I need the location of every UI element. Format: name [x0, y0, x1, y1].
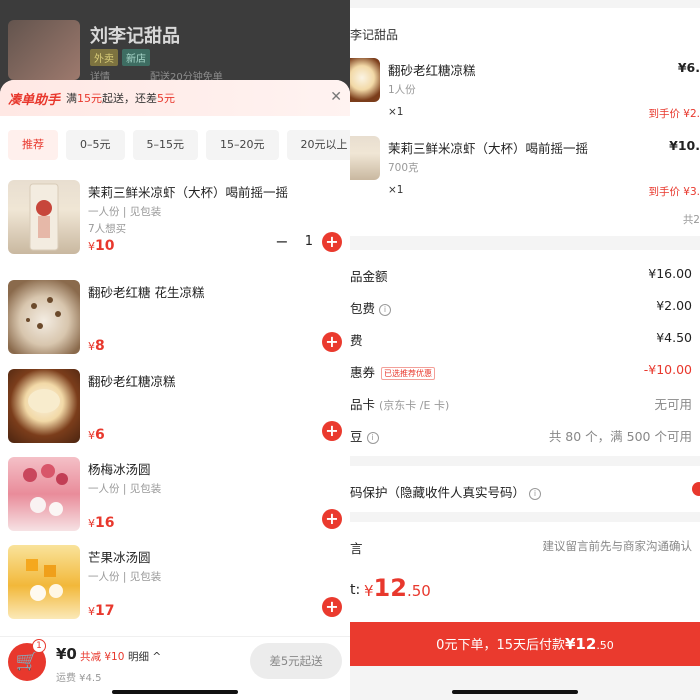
- store-logo: [8, 20, 80, 80]
- product-image: [8, 545, 80, 619]
- plus-icon[interactable]: +: [322, 232, 342, 252]
- note-card: 言 建议留言前先与商家沟通确认 t: ¥12.50: [350, 522, 700, 622]
- product-want-count: 7人想买: [88, 223, 127, 235]
- item-count: 共2: [682, 214, 700, 226]
- left-panel: 刘李记甜品 外卖 新店 详情 配送20分钟免单 凑单助手 满15元起送，还差5元…: [0, 0, 350, 700]
- add-on-sheet: 凑单助手 满15元起送，还差5元 ✕ 推荐 0–5元 5–15元 15–20元 …: [0, 80, 350, 700]
- product-price: ¥10: [88, 238, 115, 254]
- product-image: [8, 280, 80, 354]
- milk-tea-cup-icon: [29, 183, 59, 251]
- order-item-qty: ×1: [388, 106, 404, 118]
- row-packing-fee: 包费 i ¥2.00: [350, 298, 692, 316]
- product-item[interactable]: 翻砂老红糖 花生凉糕 ¥8 +: [0, 280, 350, 366]
- product-price: ¥17: [88, 603, 115, 619]
- product-name: 茉莉三鲜米凉虾（大杯）喝前摇一摇: [88, 185, 289, 200]
- filter-recommended[interactable]: 推荐: [8, 130, 58, 160]
- add-on-helper-bar: 凑单助手 满15元起送，还差5元 ✕: [0, 80, 350, 116]
- order-item-image: [350, 58, 380, 102]
- cost-summary-card: 品金额 ¥16.00 包费 i ¥2.00 费 ¥4.50 惠券 已选推荐优惠 -¥…: [350, 250, 700, 456]
- order-items-card: 李记甜品 翻砂老红糖凉糕 1人份 ×1 ¥6. 到手价 ¥2. 茉莉三鲜米凉虾（…: [350, 8, 700, 236]
- row-beans[interactable]: 豆i 共 80 个，满 500 个可用: [350, 426, 700, 450]
- cart-total: ¥0: [56, 645, 77, 663]
- product-qty: 1: [304, 234, 313, 249]
- product-image: [8, 457, 80, 531]
- privacy-card: 码保护（隐藏收件人真实号码） i: [350, 466, 700, 512]
- store-tag-delivery: 外卖: [90, 49, 118, 66]
- store-name: 刘李记甜品: [90, 26, 180, 47]
- order-item-desc: 1人份: [388, 84, 416, 96]
- plus-icon[interactable]: +: [322, 597, 342, 617]
- product-price: ¥6: [88, 427, 105, 443]
- product-image: [8, 369, 80, 443]
- home-indicator: [452, 690, 578, 694]
- pay-later-button[interactable]: 0元下单，15天后付款¥12.50: [350, 622, 700, 666]
- home-indicator: [112, 690, 238, 694]
- row-goods-amount: 品金额 ¥16.00: [350, 266, 692, 284]
- mango-dumplings-icon: [26, 559, 63, 601]
- plus-icon[interactable]: +: [322, 509, 342, 529]
- cart-count-badge: 1: [32, 639, 46, 653]
- pay-amount: ¥12.50: [364, 574, 431, 602]
- product-item[interactable]: 翻砂老红糖凉糕 ¥6 +: [0, 369, 350, 455]
- product-item[interactable]: 杨梅冰汤圆 一人份 | 见包装 ¥16 +: [0, 457, 350, 543]
- right-panel: 李记甜品 翻砂老红糖凉糕 1人份 ×1 ¥6. 到手价 ¥2. 茉莉三鲜米凉虾（…: [350, 0, 700, 700]
- peanut-jelly-icon: [26, 297, 61, 329]
- order-item-desc: 700克: [388, 162, 419, 174]
- close-icon[interactable]: ✕: [330, 89, 342, 105]
- price-filter-tabs: 推荐 0–5元 5–15元 15–20元 20元以上: [0, 116, 350, 160]
- order-item-name: 茉莉三鲜米凉虾（大杯）喝前摇一摇: [388, 141, 589, 156]
- filter-5-15[interactable]: 5–15元: [132, 130, 198, 160]
- info-icon: i: [366, 431, 379, 444]
- product-desc: 一人份 | 见包装: [88, 571, 162, 583]
- coupon-badge: 已选推荐优惠: [381, 367, 436, 380]
- note-placeholder: 建议留言前先与商家沟通确认: [542, 539, 693, 553]
- info-icon: i: [529, 487, 542, 500]
- filter-20-plus[interactable]: 20元以上: [286, 130, 350, 160]
- cart-detail-link[interactable]: 明细 ^: [128, 649, 161, 664]
- order-item-name: 翻砂老红糖凉糕: [388, 63, 476, 78]
- store-tag-new: 新店: [122, 49, 150, 66]
- product-name: 芒果冰汤圆: [88, 550, 151, 565]
- product-price: ¥16: [88, 515, 115, 531]
- product-name: 翻砂老红糖凉糕: [88, 374, 176, 389]
- product-image: [8, 180, 80, 254]
- product-desc: 一人份 | 见包装: [88, 483, 162, 495]
- info-icon: i: [379, 303, 392, 316]
- plus-icon[interactable]: +: [322, 421, 342, 441]
- cart-discount: 共减 ¥10: [80, 651, 125, 663]
- order-item: 茉莉三鲜米凉虾（大杯）喝前摇一摇 700克 ×1 ¥10. 到手价 ¥3.: [350, 136, 700, 216]
- store-name: 李记甜品: [350, 28, 399, 42]
- order-item-deal-price: 到手价 ¥2.: [648, 108, 700, 120]
- privacy-toggle[interactable]: [692, 482, 700, 496]
- brown-sugar-jelly-icon: [28, 389, 60, 413]
- order-item-deal-price: 到手价 ¥3.: [648, 186, 700, 198]
- product-desc: 一人份 | 见包装: [88, 206, 162, 218]
- product-name: 杨梅冰汤圆: [88, 462, 151, 477]
- helper-text: 满15元起送，还差5元: [66, 92, 176, 105]
- product-name: 翻砂老红糖 花生凉糕: [88, 285, 205, 300]
- filter-0-5[interactable]: 0–5元: [66, 130, 125, 160]
- product-item[interactable]: 茉莉三鲜米凉虾（大杯）喝前摇一摇 一人份 | 见包装 7人想买 ¥10 − 1 …: [0, 180, 350, 266]
- order-item: 翻砂老红糖凉糕 1人份 ×1 ¥6. 到手价 ¥2.: [350, 58, 700, 138]
- row-gift-card[interactable]: 品卡 (京东卡 /E 卡) 无可用: [350, 394, 700, 418]
- row-note[interactable]: 言 建议留言前先与商家沟通确认: [350, 538, 700, 562]
- checkout-button[interactable]: 差5元起送: [250, 643, 342, 679]
- helper-title: 凑单助手: [8, 92, 61, 108]
- minus-icon[interactable]: −: [272, 232, 292, 252]
- plus-icon[interactable]: +: [322, 332, 342, 352]
- product-item[interactable]: 芒果冰汤圆 一人份 | 见包装 ¥17 +: [0, 545, 350, 631]
- delivery-fee: 运费 ¥4.5: [56, 673, 102, 684]
- order-item-image: [350, 136, 380, 180]
- pay-label: t:: [350, 582, 361, 598]
- bayberry-dumplings-icon: [23, 464, 68, 516]
- row-coupon[interactable]: 惠券 已选推荐优惠 -¥10.00: [350, 362, 700, 386]
- order-item-price: ¥10.: [669, 138, 700, 153]
- row-delivery-fee: 费 ¥4.50: [350, 330, 692, 348]
- product-price: ¥8: [88, 338, 105, 354]
- order-item-qty: ×1: [388, 184, 404, 196]
- filter-15-20[interactable]: 15–20元: [206, 130, 279, 160]
- row-privacy[interactable]: 码保护（隐藏收件人真实号码） i: [350, 482, 700, 506]
- order-item-price: ¥6.: [677, 60, 700, 75]
